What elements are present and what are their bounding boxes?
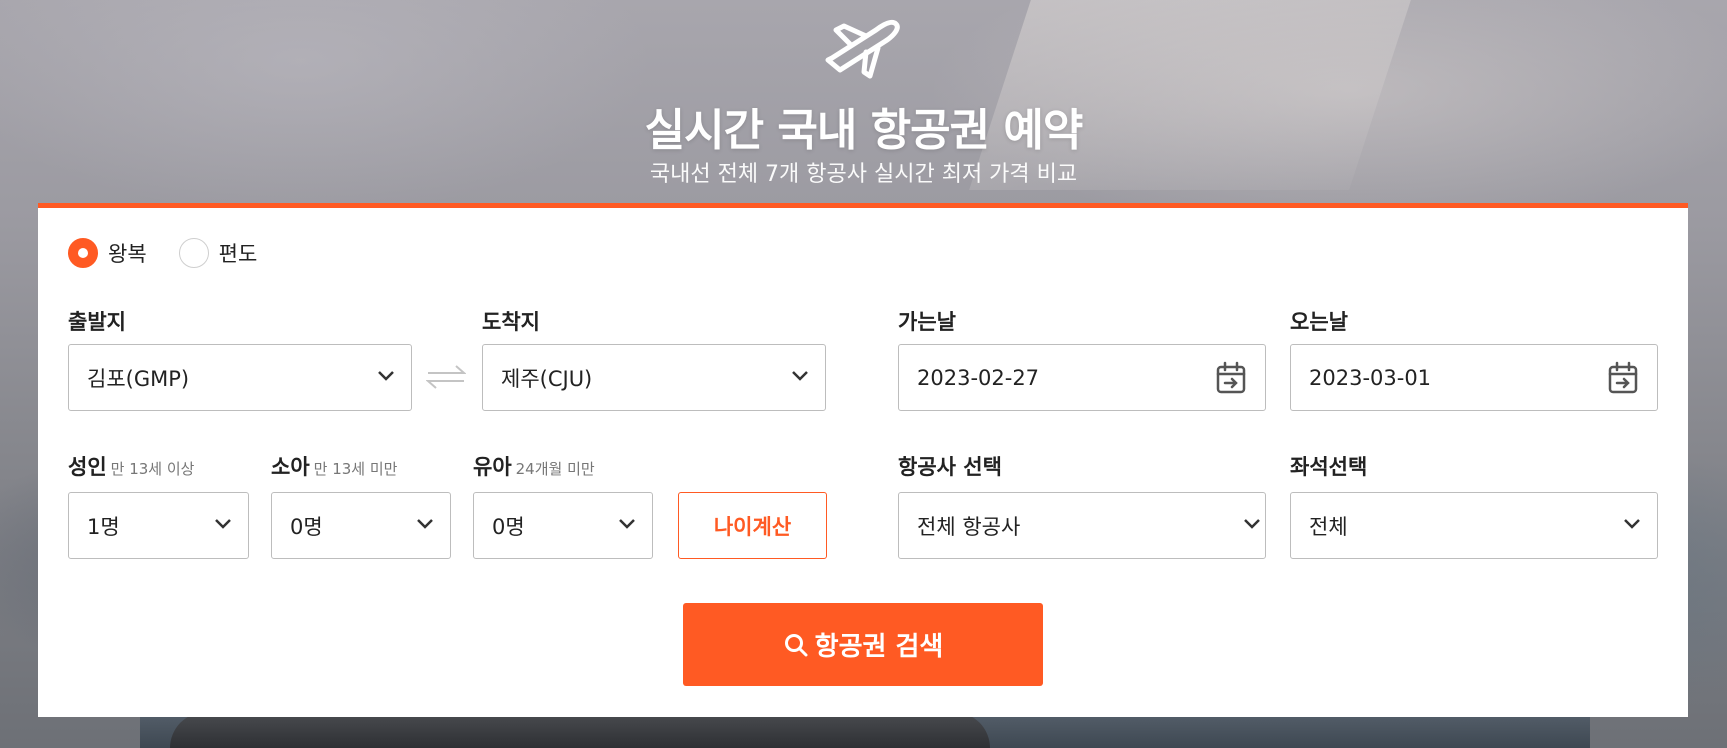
radio-unchecked-icon[interactable] (178, 238, 209, 268)
adult-label: 성인 만 13세 이상 (68, 451, 194, 481)
depart-date-value: 2023-02-27 (917, 365, 1040, 390)
arrival-value: 제주(CJU) (501, 366, 593, 391)
infant-count-select[interactable]: 0명 (473, 492, 653, 559)
chevron-down-icon (378, 371, 394, 381)
depart-date-label: 가는날 (898, 310, 956, 334)
adult-count-select[interactable]: 1명 (68, 492, 249, 559)
return-date-label: 오는날 (1290, 310, 1348, 334)
adult-hint: 만 13세 이상 (110, 460, 195, 478)
infant-count-value: 0명 (492, 514, 525, 539)
infant-label: 유아 24개월 미만 (473, 451, 595, 481)
airline-value: 전체 항공사 (917, 514, 1021, 539)
radio-label: 왕복 (108, 242, 147, 266)
seat-label: 좌석선택 (1290, 455, 1368, 479)
chevron-down-icon (215, 519, 231, 529)
seat-select[interactable]: 전체 (1290, 492, 1658, 559)
adult-label-text: 성인 (68, 455, 107, 479)
child-count-select[interactable]: 0명 (271, 492, 451, 559)
departure-value: 김포(GMP) (87, 366, 190, 391)
flight-search-panel: 왕복 편도 출발지 도착지 가는날 오는날 김포(GMP) 제주(CJU) 20… (38, 203, 1688, 717)
return-date-field[interactable]: 2023-03-01 (1290, 344, 1658, 411)
airline-select[interactable]: 전체 항공사 (898, 492, 1266, 559)
chevron-down-icon (1244, 519, 1260, 529)
arrival-label: 도착지 (482, 310, 540, 334)
return-date-value: 2023-03-01 (1309, 365, 1432, 390)
page-subtitle: 국내선 전체 7개 항공사 실시간 최저 가격 비교 (649, 162, 1078, 187)
page-title: 실시간 국내 항공권 예약 (644, 105, 1084, 156)
airline-label: 항공사 선택 (898, 455, 1002, 479)
age-calculator-button[interactable]: 나이계산 (678, 492, 827, 559)
trip-type-group: 왕복 편도 (68, 238, 289, 268)
calendar-icon[interactable] (1607, 361, 1639, 395)
infant-hint: 24개월 미만 (515, 460, 595, 478)
child-label: 소아 만 13세 미만 (271, 451, 397, 481)
arrival-select[interactable]: 제주(CJU) (482, 344, 826, 411)
departure-label: 출발지 (68, 310, 126, 334)
child-label-text: 소아 (271, 455, 310, 479)
chevron-down-icon (417, 519, 433, 529)
search-button-label: 항공권 검색 (814, 632, 944, 662)
trip-type-roundtrip[interactable]: 왕복 (68, 238, 147, 268)
child-count-value: 0명 (290, 514, 323, 539)
radio-checked-icon[interactable] (68, 238, 98, 268)
background-bag (170, 712, 990, 748)
chevron-down-icon (792, 371, 808, 381)
depart-date-field[interactable]: 2023-02-27 (898, 344, 1266, 411)
airplane-icon (825, 19, 900, 79)
search-flights-button[interactable]: 항공권 검색 (683, 603, 1043, 686)
radio-label: 편도 (218, 242, 258, 266)
seat-value: 전체 (1309, 514, 1348, 539)
infant-label-text: 유아 (473, 455, 512, 479)
search-icon (784, 633, 808, 656)
child-hint: 만 13세 미만 (313, 460, 398, 478)
chevron-down-icon (619, 519, 635, 529)
hero-section: 실시간 국내 항공권 예약 국내선 전체 7개 항공사 실시간 최저 가격 비교 (0, 0, 1727, 200)
chevron-down-icon (1624, 519, 1640, 529)
trip-type-oneway[interactable]: 편도 (178, 238, 258, 268)
calendar-icon[interactable] (1215, 361, 1247, 395)
departure-select[interactable]: 김포(GMP) (68, 344, 412, 411)
adult-count-value: 1명 (87, 514, 120, 539)
swap-route-icon[interactable] (426, 363, 466, 391)
